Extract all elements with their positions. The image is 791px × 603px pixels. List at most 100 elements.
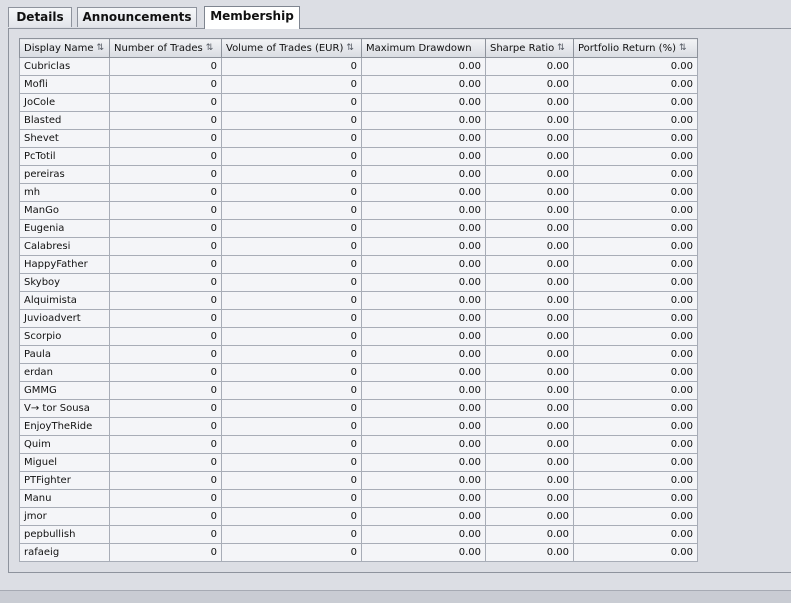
table-cell-maximum-drawdown: 0.00 — [361, 345, 486, 364]
table-cell-volume-of-trades: 0 — [221, 309, 362, 328]
table-row[interactable]: Paula 0 0 0.00 0.00 0.00 — [19, 345, 698, 364]
tab-membership[interactable]: Membership — [204, 6, 300, 29]
table-cell-portfolio-return: 0.00 — [573, 219, 698, 238]
table-row[interactable]: Manu 0 0 0.00 0.00 0.00 — [19, 489, 698, 508]
table-row[interactable]: Calabresi 0 0 0.00 0.00 0.00 — [19, 237, 698, 256]
table-row[interactable]: Mofli 0 0 0.00 0.00 0.00 — [19, 75, 698, 94]
table-row[interactable]: ManGo 0 0 0.00 0.00 0.00 — [19, 201, 698, 220]
table-cell-sharpe-ratio: 0.00 — [485, 237, 574, 256]
table-row[interactable]: HappyFather 0 0 0.00 0.00 0.00 — [19, 255, 698, 274]
table-cell-volume-of-trades: 0 — [221, 417, 362, 436]
table-cell-maximum-drawdown: 0.00 — [361, 471, 486, 490]
table-row[interactable]: Shevet 0 0 0.00 0.00 0.00 — [19, 129, 698, 148]
table-cell-number-of-trades: 0 — [109, 273, 222, 292]
table-cell-sharpe-ratio: 0.00 — [485, 75, 574, 94]
table-row[interactable]: pepbullish 0 0 0.00 0.00 0.00 — [19, 525, 698, 544]
table-row[interactable]: mh 0 0 0.00 0.00 0.00 — [19, 183, 698, 202]
table-cell-display-name: PTFighter — [19, 471, 110, 490]
table-row[interactable]: PTFighter 0 0 0.00 0.00 0.00 — [19, 471, 698, 490]
table-cell-number-of-trades: 0 — [109, 147, 222, 166]
table-cell-volume-of-trades: 0 — [221, 165, 362, 184]
sort-updown-icon[interactable]: ⇅ — [97, 43, 104, 53]
table-cell-portfolio-return: 0.00 — [573, 435, 698, 454]
table-row[interactable]: Blasted 0 0 0.00 0.00 0.00 — [19, 111, 698, 130]
table-row[interactable]: Miguel 0 0 0.00 0.00 0.00 — [19, 453, 698, 472]
table-row[interactable]: V→ tor Sousa 0 0 0.00 0.00 0.00 — [19, 399, 698, 418]
table-cell-sharpe-ratio: 0.00 — [485, 309, 574, 328]
table-cell-volume-of-trades: 0 — [221, 129, 362, 148]
table-cell-number-of-trades: 0 — [109, 525, 222, 544]
table-cell-number-of-trades: 0 — [109, 417, 222, 436]
table-row[interactable]: Juvioadvert 0 0 0.00 0.00 0.00 — [19, 309, 698, 328]
column-header-number-of-trades[interactable]: Number of Trades ⇅ — [109, 38, 222, 58]
table-row[interactable]: Quim 0 0 0.00 0.00 0.00 — [19, 435, 698, 454]
table-cell-sharpe-ratio: 0.00 — [485, 327, 574, 346]
table-cell-number-of-trades: 0 — [109, 57, 222, 76]
table-row[interactable]: Eugenia 0 0 0.00 0.00 0.00 — [19, 219, 698, 238]
tab-announcements[interactable]: Announcements — [77, 7, 197, 27]
table-cell-volume-of-trades: 0 — [221, 543, 362, 562]
table-cell-display-name: V→ tor Sousa — [19, 399, 110, 418]
table-cell-portfolio-return: 0.00 — [573, 363, 698, 382]
table-cell-sharpe-ratio: 0.00 — [485, 183, 574, 202]
tab-bar: Details Announcements Membership — [0, 0, 791, 29]
column-header-sharpe-ratio[interactable]: Sharpe Ratio ⇅ — [485, 38, 574, 58]
table-cell-portfolio-return: 0.00 — [573, 399, 698, 418]
table-row[interactable]: rafaeig 0 0 0.00 0.00 0.00 — [19, 543, 698, 562]
table-cell-display-name: mh — [19, 183, 110, 202]
bottom-bar — [0, 590, 791, 603]
table-cell-portfolio-return: 0.00 — [573, 273, 698, 292]
sort-updown-icon[interactable]: ⇅ — [206, 43, 213, 53]
table-cell-number-of-trades: 0 — [109, 345, 222, 364]
table-cell-portfolio-return: 0.00 — [573, 309, 698, 328]
table-cell-sharpe-ratio: 0.00 — [485, 93, 574, 112]
table-row[interactable]: erdan 0 0 0.00 0.00 0.00 — [19, 363, 698, 382]
table-cell-portfolio-return: 0.00 — [573, 327, 698, 346]
table-cell-portfolio-return: 0.00 — [573, 129, 698, 148]
table-row[interactable]: Scorpio 0 0 0.00 0.00 0.00 — [19, 327, 698, 346]
table-cell-portfolio-return: 0.00 — [573, 381, 698, 400]
table-cell-sharpe-ratio: 0.00 — [485, 147, 574, 166]
table-row[interactable]: JoCole 0 0 0.00 0.00 0.00 — [19, 93, 698, 112]
table-cell-number-of-trades: 0 — [109, 237, 222, 256]
table-cell-volume-of-trades: 0 — [221, 471, 362, 490]
table-cell-display-name: Alquimista — [19, 291, 110, 310]
column-header-portfolio-return[interactable]: Portfolio Return (%) ⇅ — [573, 38, 698, 58]
table-cell-maximum-drawdown: 0.00 — [361, 507, 486, 526]
table-row[interactable]: EnjoyTheRide 0 0 0.00 0.00 0.00 — [19, 417, 698, 436]
table-cell-portfolio-return: 0.00 — [573, 471, 698, 490]
table-cell-sharpe-ratio: 0.00 — [485, 507, 574, 526]
table-row[interactable]: jmor 0 0 0.00 0.00 0.00 — [19, 507, 698, 526]
table-cell-sharpe-ratio: 0.00 — [485, 435, 574, 454]
table-cell-display-name: Cubriclas — [19, 57, 110, 76]
table-cell-volume-of-trades: 0 — [221, 345, 362, 364]
table-cell-display-name: jmor — [19, 507, 110, 526]
table-cell-volume-of-trades: 0 — [221, 507, 362, 526]
table-cell-maximum-drawdown: 0.00 — [361, 417, 486, 436]
table-row[interactable]: PcTotil 0 0 0.00 0.00 0.00 — [19, 147, 698, 166]
table-cell-display-name: rafaeig — [19, 543, 110, 562]
table-cell-volume-of-trades: 0 — [221, 399, 362, 418]
table-row[interactable]: Skyboy 0 0 0.00 0.00 0.00 — [19, 273, 698, 292]
column-header-maximum-drawdown[interactable]: Maximum Drawdown — [361, 38, 486, 58]
table-row[interactable]: GMMG 0 0 0.00 0.00 0.00 — [19, 381, 698, 400]
table-cell-display-name: Skyboy — [19, 273, 110, 292]
sort-updown-icon[interactable]: ⇅ — [346, 43, 353, 53]
tab-details[interactable]: Details — [8, 7, 72, 27]
column-header-display-name[interactable]: Display Name ⇅ — [19, 38, 110, 58]
table-row[interactable]: Alquimista 0 0 0.00 0.00 0.00 — [19, 291, 698, 310]
sort-updown-icon[interactable]: ⇅ — [679, 43, 686, 53]
table-row[interactable]: Cubriclas 0 0 0.00 0.00 0.00 — [19, 57, 698, 76]
table-cell-number-of-trades: 0 — [109, 453, 222, 472]
table-cell-portfolio-return: 0.00 — [573, 543, 698, 562]
column-header-volume-of-trades[interactable]: Volume of Trades (EUR) ⇅ — [221, 38, 362, 58]
table-cell-maximum-drawdown: 0.00 — [361, 381, 486, 400]
table-cell-display-name: Scorpio — [19, 327, 110, 346]
table-cell-maximum-drawdown: 0.00 — [361, 327, 486, 346]
table-cell-volume-of-trades: 0 — [221, 93, 362, 112]
table-cell-sharpe-ratio: 0.00 — [485, 453, 574, 472]
table-cell-sharpe-ratio: 0.00 — [485, 129, 574, 148]
table-row[interactable]: pereiras 0 0 0.00 0.00 0.00 — [19, 165, 698, 184]
table-cell-sharpe-ratio: 0.00 — [485, 543, 574, 562]
sort-updown-icon[interactable]: ⇅ — [557, 43, 564, 53]
